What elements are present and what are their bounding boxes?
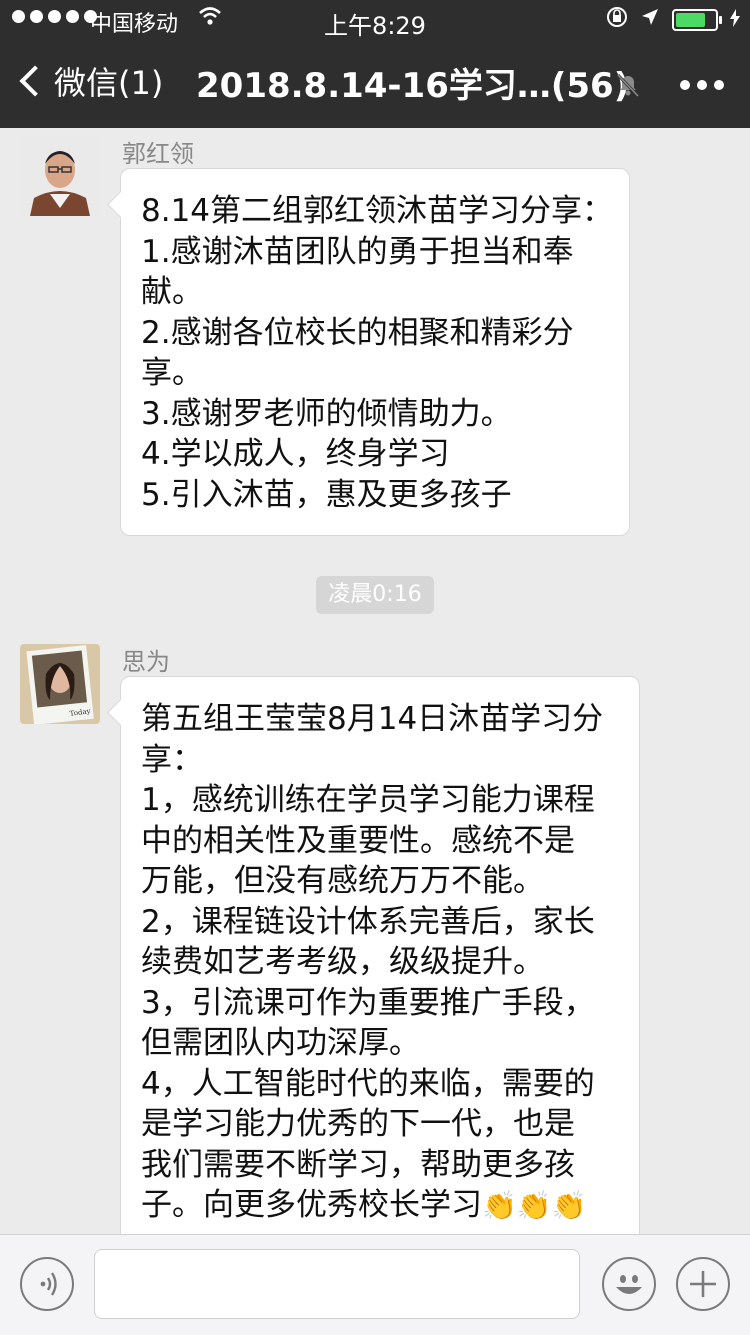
message-line: 5.引入沐苗，惠及更多孩子 [141,476,512,513]
message-line-last: 子。向更多优秀校长学习👏👏👏 [141,1185,621,1227]
avatar[interactable] [20,136,100,216]
sender-name: 郭红领 [122,140,194,168]
message-line: 3，引流课可作为重要推广手段， [141,984,595,1021]
message-bubble[interactable]: 第五组王莹莹8月14日沐苗学习分 享： 1，感统训练在学员学习能力课程 中的相关… [120,676,640,1248]
more-button[interactable] [680,80,724,90]
message-bubble[interactable]: 8.14第二组郭红领沐苗学习分享： 1.感谢沐苗团队的勇于担当和奉 献。 2.感… [120,168,630,536]
chat-title: 2018.8.14-16学习…(56) [196,66,630,106]
voice-icon [40,1272,57,1296]
message-line: 第五组王莹莹8月14日沐苗学习分 [141,701,604,737]
message-line: 4.学以成人，终身学习 [141,436,450,472]
emoji-icon [616,1275,642,1294]
message-line: 2，课程链设计体系完善后，家长 [141,903,595,940]
message-line: 享： [141,741,203,778]
input-bar [0,1234,750,1335]
top-bar: 中国移动 上午8:29 微信(1) 2018.8.14-16学习…(56) [0,0,750,128]
message-line: 我们需要不断学习，帮助更多孩 [141,1146,575,1183]
emoji-button[interactable] [602,1257,656,1311]
message-line: 但需团队内功深厚。 [141,1025,420,1061]
plus-button[interactable] [676,1257,730,1311]
location-arrow-icon [640,7,660,32]
message-line: 2.感谢各位校长的相聚和精彩分 [141,314,574,351]
plus-icon [690,1271,716,1297]
orientation-lock-icon [606,6,628,33]
nav-bar: 微信(1) 2018.8.14-16学习…(56) [0,40,750,128]
message-line: 1，感统训练在学员学习能力课程 [141,782,595,818]
back-label: 微信(1) [54,64,164,102]
message-line: 3.感谢罗老师的倾情助力。 [141,395,512,432]
clapping-hands-icon: 👏👏👏 [482,1189,587,1222]
message-line: 8.14第二组郭红领沐苗学习分享： [141,193,614,229]
message-line: 续费如艺考考级，级级提升。 [141,944,544,980]
message-line: 献。 [141,274,203,310]
avatar[interactable]: Today [20,644,100,724]
message-line: 4，人工智能时代的来临，需要的 [141,1065,595,1102]
message-line-text: 子。向更多优秀校长学习 [141,1187,482,1223]
battery-level [676,12,705,27]
status-bar: 中国移动 上午8:29 [0,0,750,40]
time-divider: 凌晨0:16 [316,576,434,614]
voice-button[interactable] [20,1257,74,1311]
message-line: 1.感谢沐苗团队的勇于担当和奉 [141,233,574,270]
sender-name: 思为 [122,648,170,676]
mute-bell-icon [616,72,640,98]
message-line: 享。 [141,355,203,391]
message-line: 是学习能力优秀的下一代，也是 [141,1106,575,1142]
chevron-left-icon [19,65,51,97]
charging-icon [730,8,740,32]
message-input[interactable] [94,1249,580,1319]
message-line: 万能，但没有感统万万不能。 [141,863,544,899]
message-line: 中的相关性及重要性。感统不是 [141,822,575,859]
battery-icon [672,8,722,31]
chat-area[interactable]: 郭红领 8.14第二组郭红领沐苗学习分享： 1.感谢沐苗团队的勇于担当和奉 献。… [0,128,750,1248]
more-icon [680,80,690,90]
back-button[interactable]: 微信(1) [18,58,163,104]
